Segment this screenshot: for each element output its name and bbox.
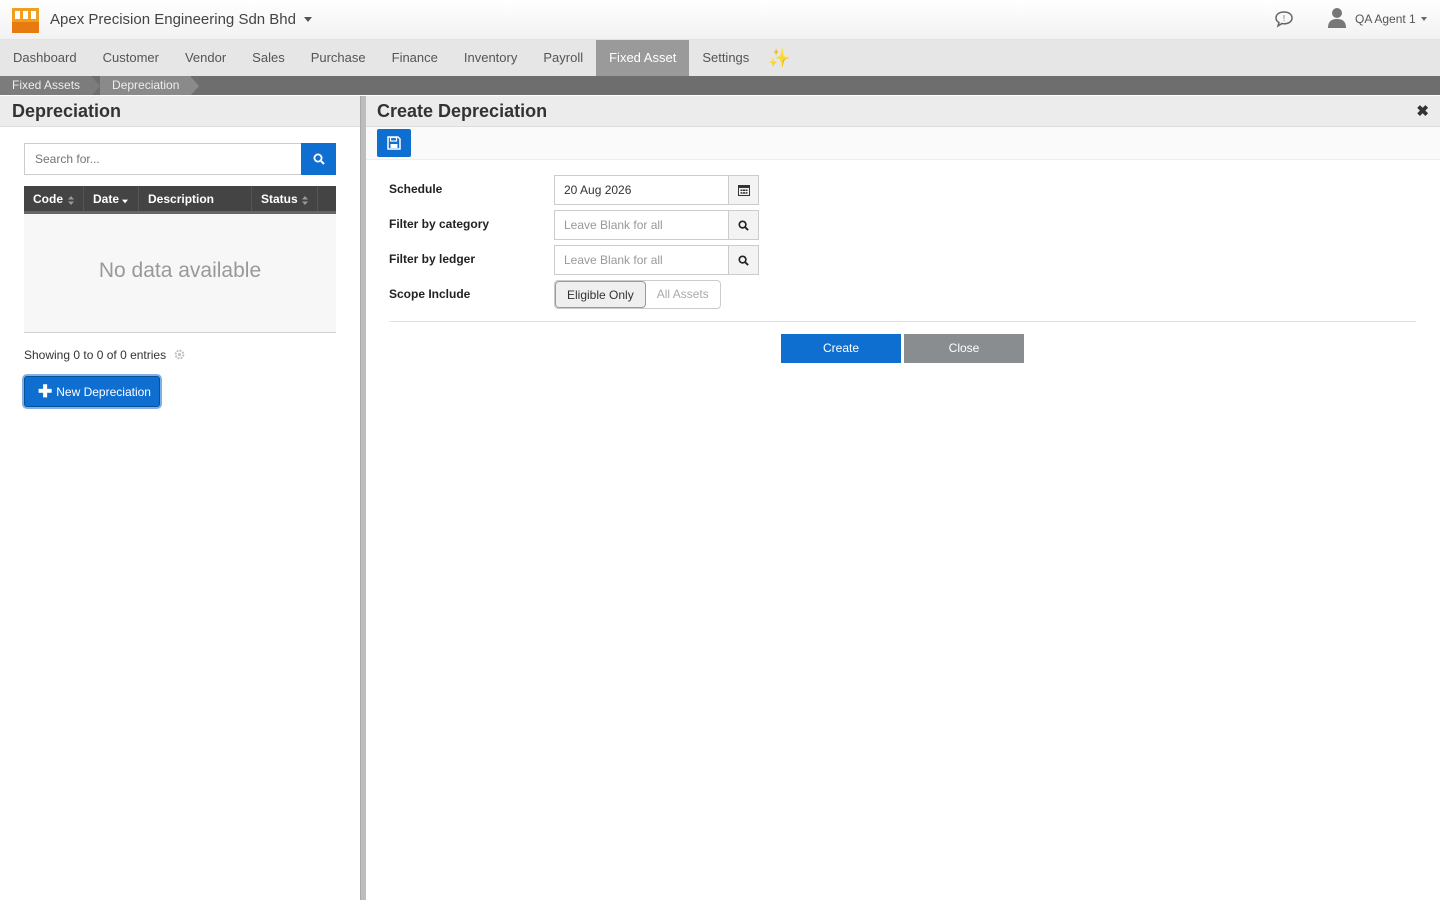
nav-settings[interactable]: Settings [689,40,762,76]
category-label: Filter by category [389,217,490,231]
scope-toggle: Eligible Only All Assets [554,280,721,309]
nav-dashboard[interactable]: Dashboard [0,40,90,76]
nav-inventory[interactable]: Inventory [451,40,530,76]
nav-finance[interactable]: Finance [379,40,451,76]
close-icon[interactable]: ✖ [1416,102,1429,120]
schedule-label: Schedule [389,182,443,196]
breadcrumb-separator [191,76,200,95]
sort-icon [302,196,308,205]
create-button[interactable]: Create [781,334,901,363]
breadcrumb-fixed-assets[interactable]: Fixed Assets [0,76,93,95]
user-caret-icon[interactable] [1421,17,1427,21]
list-panel: Depreciation Code Date Description Statu… [0,96,360,900]
search-icon [738,254,749,266]
column-code-label: Code [33,192,63,206]
company-name[interactable]: Apex Precision Engineering Sdn Bhd [50,11,296,28]
column-status-label: Status [261,192,298,206]
form-divider [389,321,1416,322]
table-header: Code Date Description Status [24,186,336,214]
nav-customer[interactable]: Customer [90,40,172,76]
plus-icon: ✚ [38,382,53,401]
calendar-button[interactable] [728,175,759,205]
sort-icon [68,196,74,205]
ledger-input[interactable]: Leave Blank for all [554,245,729,275]
column-code[interactable]: Code [24,186,84,211]
list-panel-title: Depreciation [12,101,122,121]
top-bar: Apex Precision Engineering Sdn Bhd ! QA … [0,0,1440,40]
nav-purchase[interactable]: Purchase [298,40,379,76]
category-search-button[interactable] [728,210,759,240]
schedule-date-input[interactable]: 20 Aug 2026 [554,175,729,205]
user-name[interactable]: QA Agent 1 [1355,12,1416,26]
ledger-search-button[interactable] [728,245,759,275]
category-input[interactable]: Leave Blank for all [554,210,729,240]
svg-text:!: ! [1283,14,1285,23]
nav-payroll[interactable]: Payroll [530,40,596,76]
scope-all-assets[interactable]: All Assets [646,281,720,308]
search-icon [313,153,325,165]
save-icon [387,136,401,150]
list-panel-header: Depreciation [0,96,360,127]
search-input[interactable] [24,143,302,175]
company-caret-icon[interactable] [304,17,312,22]
entries-info: Showing 0 to 0 of 0 entries [24,348,167,362]
save-button[interactable] [377,129,411,157]
search-button[interactable] [301,143,336,175]
gear-icon[interactable] [174,349,185,360]
new-depreciation-label: New Depreciation [56,384,151,399]
form-toolbar [366,127,1440,160]
sort-desc-icon [122,199,128,204]
user-avatar-icon[interactable] [1327,6,1347,28]
nav-sales[interactable]: Sales [239,40,298,76]
company-logo-icon[interactable] [12,8,39,33]
column-status[interactable]: Status [252,186,318,211]
empty-table-message: No data available [98,259,262,282]
table-body: No data available [24,214,336,333]
column-date-label: Date [93,192,120,206]
new-depreciation-button[interactable]: ✚ New Depreciation [24,376,160,407]
breadcrumb-separator [92,76,101,95]
breadcrumb: Fixed Assets Depreciation [0,76,1440,95]
main-nav: Dashboard Customer Vendor Sales Purchase… [0,40,1440,76]
breadcrumb-depreciation[interactable]: Depreciation [100,76,192,95]
column-description[interactable]: Description [139,186,252,211]
column-date[interactable]: Date [84,186,139,211]
sparkle-icon[interactable]: ✨ [762,40,790,76]
column-description-label: Description [148,192,215,206]
close-button[interactable]: Close [904,334,1024,363]
nav-vendor[interactable]: Vendor [172,40,239,76]
nav-fixed-asset[interactable]: Fixed Asset [596,40,690,76]
calendar-icon [737,185,750,196]
create-form-panel: Create Depreciation ✖ Schedule 20 Aug 20… [366,96,1440,900]
chat-icon[interactable]: ! [1274,9,1294,29]
form-header: Create Depreciation ✖ [366,96,1440,127]
scope-label: Scope Include [389,287,471,301]
scope-eligible-only[interactable]: Eligible Only [555,281,646,308]
search-icon [738,219,749,231]
form-title: Create Depreciation [377,101,548,121]
ledger-label: Filter by ledger [389,252,476,266]
